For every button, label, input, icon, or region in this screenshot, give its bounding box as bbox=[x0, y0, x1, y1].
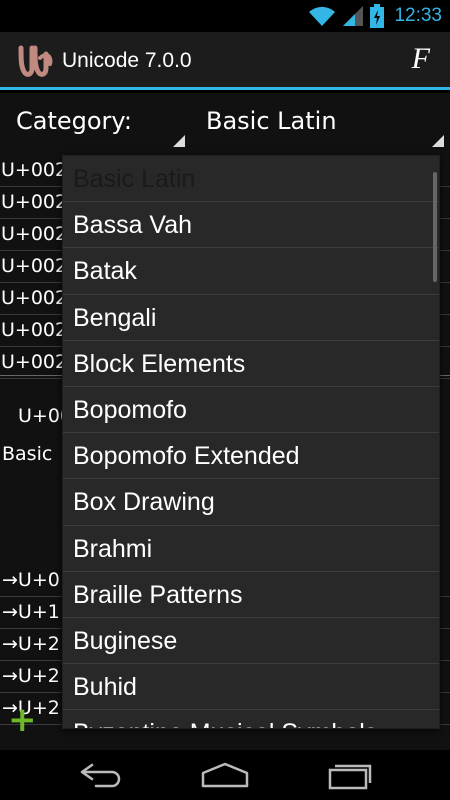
home-icon[interactable] bbox=[195, 758, 255, 792]
status-icons: 12:33 bbox=[308, 4, 442, 28]
app-icon[interactable] bbox=[16, 42, 54, 80]
add-button[interactable]: + bbox=[8, 703, 37, 737]
dropdown-item[interactable]: Buhid bbox=[63, 664, 439, 711]
category-label[interactable]: Category: bbox=[16, 107, 132, 135]
dropdown-item[interactable]: Block Elements bbox=[63, 341, 439, 387]
dropdown-item[interactable]: Bassa Vah bbox=[63, 202, 439, 249]
dropdown-item[interactable]: Basic Latin bbox=[63, 156, 439, 203]
dropdown-item[interactable]: Buginese bbox=[63, 618, 439, 665]
dropdown-item[interactable]: Bopomofo Extended bbox=[63, 433, 439, 480]
app-title: Unicode 7.0.0 bbox=[62, 49, 192, 72]
scrollbar[interactable] bbox=[433, 172, 437, 282]
spinner-arrow-icon bbox=[173, 135, 185, 147]
dropdown-item[interactable]: Byzantine Musical Symbols bbox=[63, 710, 439, 728]
category-dropdown: Basic Latin Bassa Vah Batak Bengali Bloc… bbox=[62, 155, 440, 729]
category-spinner-row: Category: Basic Latin bbox=[0, 93, 450, 155]
dropdown-item[interactable]: Braille Patterns bbox=[63, 572, 439, 618]
dropdown-item[interactable]: Bopomofo bbox=[63, 387, 439, 434]
font-button[interactable]: F bbox=[412, 42, 430, 76]
action-bar: Unicode 7.0.0 F bbox=[0, 32, 450, 90]
back-icon[interactable] bbox=[70, 758, 130, 792]
navigation-bar bbox=[0, 750, 450, 800]
dropdown-item[interactable]: Batak bbox=[63, 248, 439, 295]
battery-icon bbox=[370, 4, 385, 28]
status-time: 12:33 bbox=[394, 5, 442, 26]
status-bar: 12:33 bbox=[0, 0, 450, 32]
dropdown-item[interactable]: Box Drawing bbox=[63, 479, 439, 526]
signal-icon bbox=[343, 6, 364, 26]
wifi-icon bbox=[309, 6, 336, 27]
dropdown-item[interactable]: Bengali bbox=[63, 295, 439, 341]
detail-block-name: Basic bbox=[2, 443, 53, 465]
spinner-arrow-icon bbox=[432, 135, 444, 147]
category-spinner[interactable]: Basic Latin bbox=[206, 107, 337, 135]
dropdown-item[interactable]: Brahmi bbox=[63, 526, 439, 572]
recent-apps-icon[interactable] bbox=[320, 758, 380, 792]
